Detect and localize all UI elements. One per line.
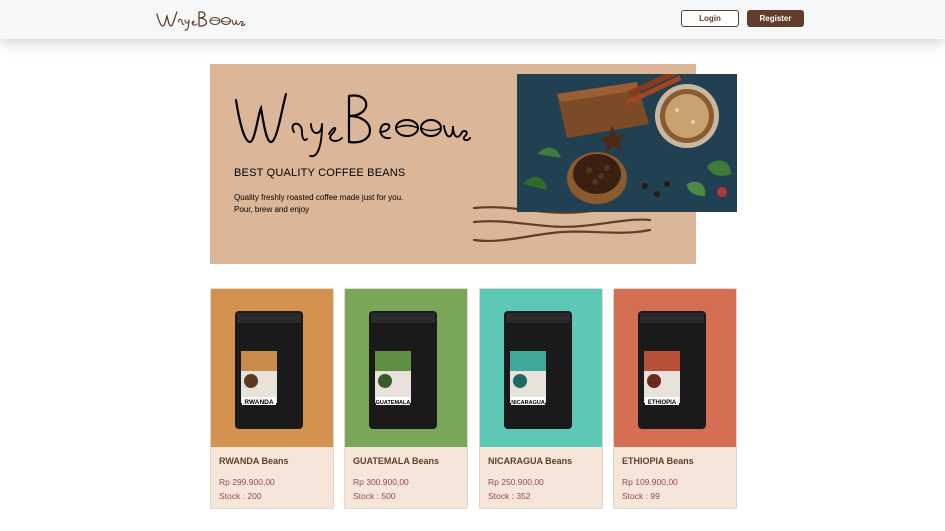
coffee-photo-icon: [517, 74, 737, 212]
register-button[interactable]: Register: [747, 10, 804, 27]
product-stock: Stock : 352: [488, 491, 531, 501]
product-card-guatemala[interactable]: GUATEMALA GUATEMALA Beans Rp 300.900,00 …: [344, 288, 468, 509]
waysbeans-logo[interactable]: [155, 6, 247, 34]
product-stock: Stock : 99: [622, 491, 660, 501]
hero-subtitle: BEST QUALITY COFFEE BEANS: [234, 167, 406, 179]
product-price: Rp 300.900,00: [353, 477, 409, 487]
product-price: Rp 250.900,00: [488, 477, 544, 487]
bag-label: GUATEMALA: [376, 400, 411, 406]
product-name: GUATEMALA Beans: [353, 456, 440, 466]
product-name: RWANDA Beans: [219, 456, 289, 466]
product-card-nicaragua[interactable]: NICARAGUA NICARAGUA Beans Rp 250.900,00 …: [479, 288, 603, 509]
bag-label: NICARAGUA: [511, 400, 545, 406]
bag-label: RWANDA: [244, 399, 273, 406]
hero-waysbeans-logo: [234, 92, 471, 158]
product-image: ETHIOPIA: [614, 289, 736, 447]
product-card-ethiopia[interactable]: ETHIOPIA ETHIOPIA Beans Rp 109.900,00 St…: [613, 288, 737, 509]
bag-label: ETHIOPIA: [648, 400, 677, 406]
product-image: RWANDA: [211, 289, 333, 447]
product-stock: Stock : 200: [219, 491, 262, 501]
product-name: ETHIOPIA Beans: [622, 456, 694, 466]
hero-description-line-2: Pour, brew and enjoy: [234, 205, 310, 214]
product-image: GUATEMALA: [345, 289, 467, 447]
login-button[interactable]: Login: [681, 10, 739, 27]
navbar: Login Register: [0, 0, 945, 39]
product-card-rwanda[interactable]: RWANDA RWANDA Beans Rp 299.900,00 Stock …: [210, 288, 334, 509]
coffee-bag-icon: GUATEMALA: [369, 311, 437, 429]
product-price: Rp 109.900,00: [622, 477, 678, 487]
product-price: Rp 299.900,00: [219, 477, 275, 487]
coffee-bag-icon: RWANDA: [235, 311, 303, 429]
product-stock: Stock : 500: [353, 491, 396, 501]
product-image: NICARAGUA: [480, 289, 602, 447]
hero-description: Quality freshly roasted coffee made just…: [234, 192, 454, 216]
coffee-bag-icon: NICARAGUA: [504, 311, 572, 429]
product-name: NICARAGUA Beans: [488, 456, 573, 466]
coffee-bag-icon: ETHIOPIA: [638, 311, 706, 429]
hero-description-line-1: Quality freshly roasted coffee made just…: [234, 193, 404, 202]
